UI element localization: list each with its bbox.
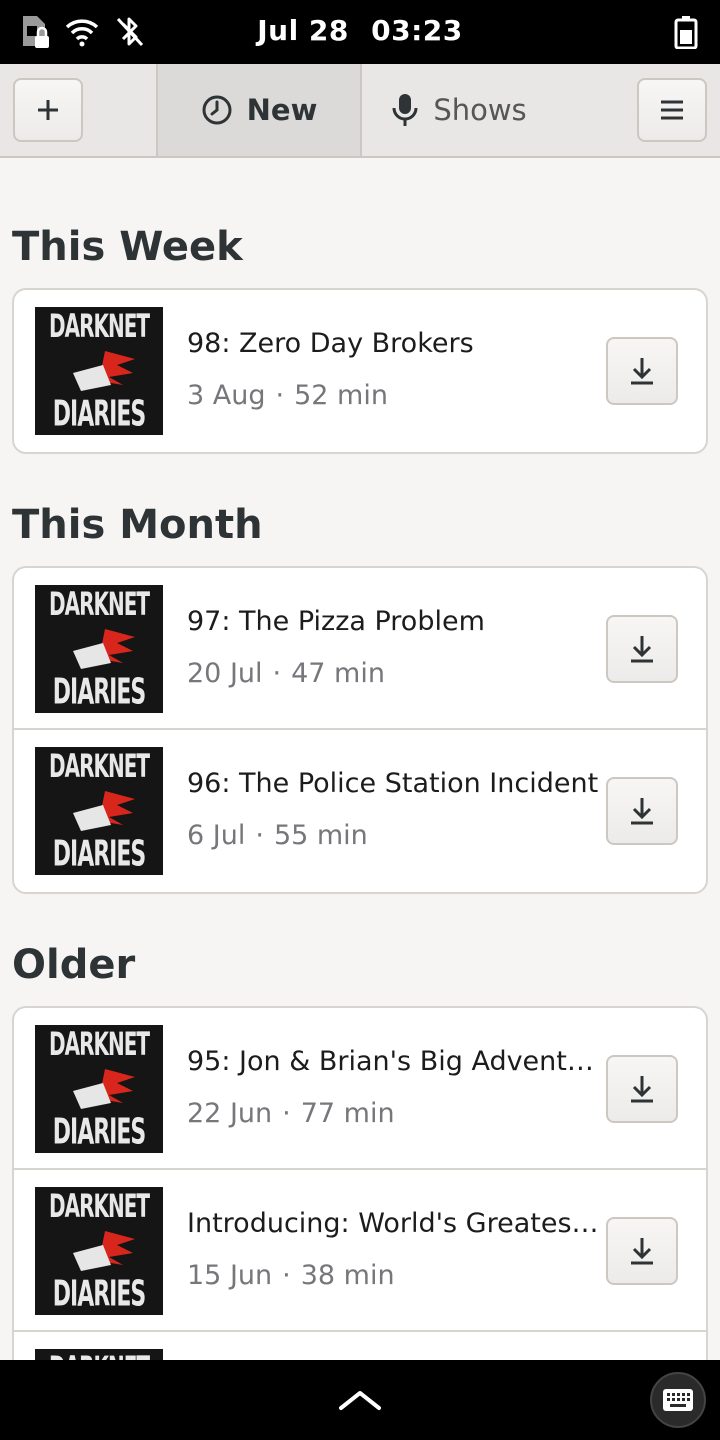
download-button[interactable] bbox=[606, 1055, 678, 1123]
add-podcast-button[interactable] bbox=[13, 78, 83, 142]
hamburger-menu-icon bbox=[661, 100, 683, 120]
download-button[interactable] bbox=[606, 777, 678, 845]
section-title-this-month: This Month bbox=[12, 502, 263, 548]
episode-duration: 55 min bbox=[273, 820, 368, 851]
section-title-older: Older bbox=[12, 942, 136, 988]
episode-title: 95: Jon & Brian's Big Adventure bbox=[187, 1046, 605, 1077]
clock-icon bbox=[201, 94, 233, 126]
cover-art-graphic bbox=[73, 1231, 135, 1271]
list-item[interactable]: DARKNET bbox=[14, 1332, 706, 1360]
episode-meta: 15 Jun · 38 min bbox=[187, 1260, 395, 1291]
episode-duration: 38 min bbox=[300, 1260, 395, 1291]
episode-title: 96: The Police Station Incident bbox=[187, 768, 599, 799]
list-item[interactable]: DARKNET DIARIES Introducing: World's Gre… bbox=[14, 1170, 706, 1332]
section-title-this-week: This Week bbox=[12, 224, 243, 270]
section-card-this-week: DARKNET DIARIES 98: Zero Day Brokers 3 A… bbox=[12, 288, 708, 454]
episode-cover-art: DARKNET DIARIES bbox=[35, 1025, 163, 1153]
download-button[interactable] bbox=[606, 615, 678, 683]
header-bar: New Shows bbox=[0, 64, 720, 158]
download-icon bbox=[631, 1238, 653, 1265]
tab-shows-label: Shows bbox=[433, 93, 527, 127]
episode-cover-art: DARKNET bbox=[35, 1349, 163, 1360]
episode-title: 97: The Pizza Problem bbox=[187, 606, 485, 637]
download-icon bbox=[631, 1076, 653, 1103]
cover-art-graphic bbox=[73, 351, 135, 391]
bottom-bar bbox=[0, 1360, 720, 1440]
status-date: Jul 28 bbox=[257, 14, 349, 47]
section-card-older: DARKNET DIARIES 95: Jon & Brian's Big Ad… bbox=[12, 1006, 708, 1360]
section-card-this-month: DARKNET DIARIES 97: The Pizza Problem 20… bbox=[12, 566, 708, 894]
download-icon bbox=[631, 358, 653, 385]
microphone-icon bbox=[391, 92, 419, 128]
main-menu-button[interactable] bbox=[637, 78, 707, 142]
list-item[interactable]: DARKNET DIARIES 98: Zero Day Brokers 3 A… bbox=[14, 290, 706, 452]
episode-date: 6 Jul bbox=[187, 820, 246, 851]
download-icon bbox=[631, 798, 653, 825]
status-clock: Jul 28 03:23 bbox=[0, 14, 720, 47]
list-item[interactable]: DARKNET DIARIES 96: The Police Station I… bbox=[14, 730, 706, 892]
cover-art-graphic bbox=[73, 791, 135, 831]
episode-date: 3 Aug bbox=[187, 380, 266, 411]
download-icon bbox=[631, 636, 653, 663]
episode-date: 15 Jun bbox=[187, 1260, 273, 1291]
plus-icon bbox=[38, 100, 58, 120]
episode-meta: 6 Jul · 55 min bbox=[187, 820, 368, 851]
episode-date: 22 Jun bbox=[187, 1098, 273, 1129]
episode-duration: 77 min bbox=[300, 1098, 395, 1129]
status-time: 03:23 bbox=[371, 14, 463, 47]
app-drawer-handle[interactable] bbox=[336, 1380, 384, 1420]
battery-icon bbox=[668, 14, 704, 50]
tab-new-label: New bbox=[246, 93, 318, 127]
list-item[interactable]: DARKNET DIARIES 97: The Pizza Problem 20… bbox=[14, 568, 706, 730]
list-item[interactable]: DARKNET DIARIES 95: Jon & Brian's Big Ad… bbox=[14, 1008, 706, 1170]
keyboard-toggle-button[interactable] bbox=[650, 1372, 706, 1428]
tab-shows[interactable]: Shows bbox=[364, 64, 554, 156]
download-button[interactable] bbox=[606, 1217, 678, 1285]
cover-art-graphic bbox=[73, 629, 135, 669]
episode-duration: 47 min bbox=[291, 658, 385, 689]
episode-meta: 22 Jun · 77 min bbox=[187, 1098, 395, 1129]
episode-meta: 3 Aug · 52 min bbox=[187, 380, 388, 411]
episode-title: Introducing: World's Greatest … bbox=[187, 1208, 605, 1239]
episode-date: 20 Jul bbox=[187, 658, 263, 689]
keyboard-icon bbox=[663, 1389, 693, 1411]
episode-meta: 20 Jul · 47 min bbox=[187, 658, 385, 689]
episode-list[interactable]: This Week DARKNET DIARIES 98: Zero Day B… bbox=[0, 158, 720, 1360]
chevron-up-icon bbox=[339, 1391, 381, 1410]
episode-cover-art: DARKNET DIARIES bbox=[35, 747, 163, 875]
tab-new[interactable]: New bbox=[156, 64, 362, 156]
episode-cover-art: DARKNET DIARIES bbox=[35, 585, 163, 713]
episode-cover-art: DARKNET DIARIES bbox=[35, 307, 163, 435]
episode-duration: 52 min bbox=[294, 380, 388, 411]
episode-cover-art: DARKNET DIARIES bbox=[35, 1187, 163, 1315]
download-button[interactable] bbox=[606, 337, 678, 405]
cover-art-graphic bbox=[73, 1069, 135, 1109]
status-bar: Jul 28 03:23 bbox=[0, 0, 720, 64]
episode-title: 98: Zero Day Brokers bbox=[187, 328, 474, 359]
